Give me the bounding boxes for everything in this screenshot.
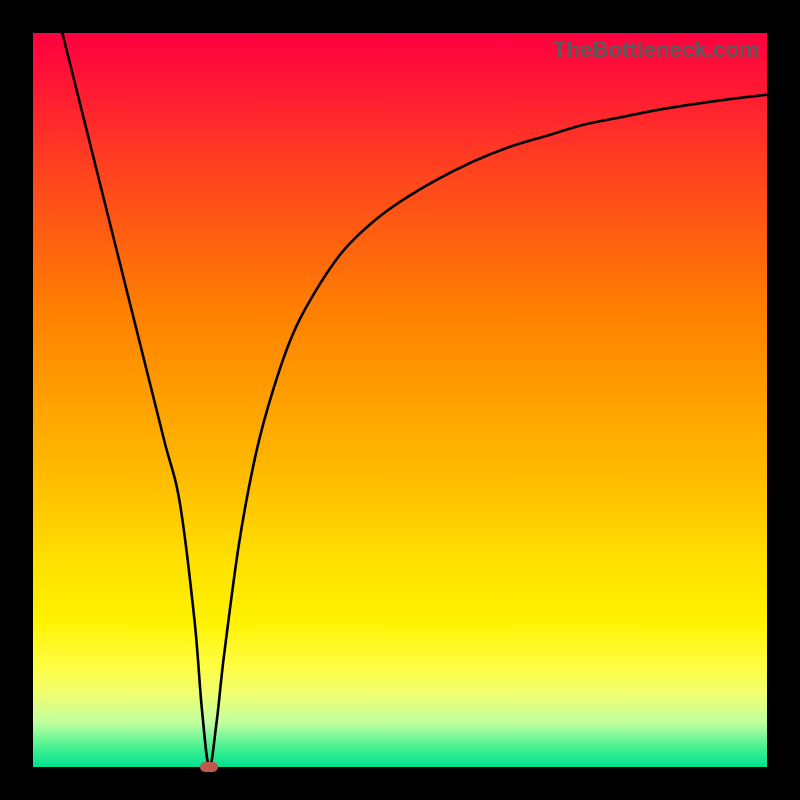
chart-frame: TheBottleneck.com <box>0 0 800 800</box>
bottleneck-curve <box>62 33 767 767</box>
plot-area: TheBottleneck.com <box>33 33 767 767</box>
curve-svg <box>33 33 767 767</box>
attribution-text: TheBottleneck.com <box>553 37 759 63</box>
minimum-marker <box>200 762 218 772</box>
